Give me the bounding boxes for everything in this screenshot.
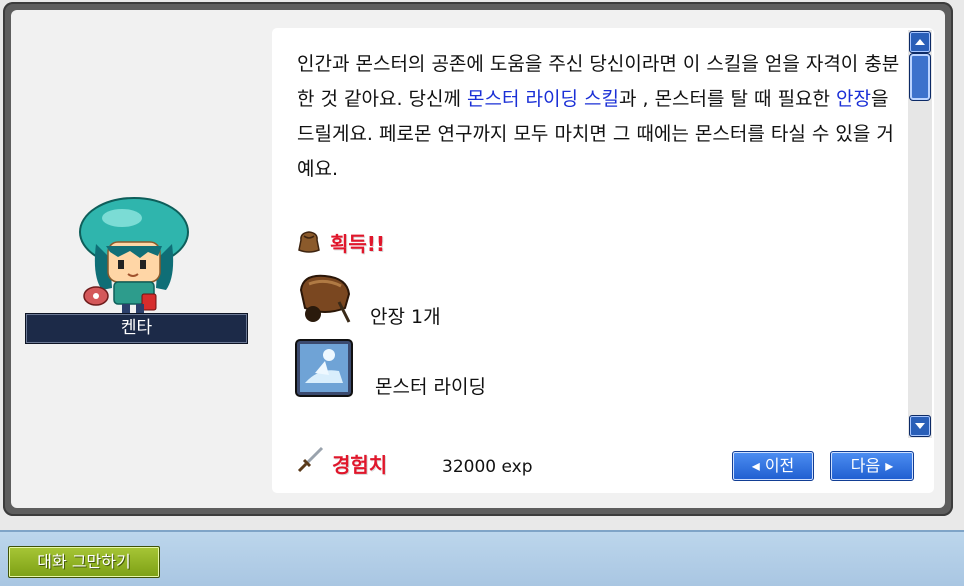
dialog-message: 인간과 몬스터의 공존에 도움을 주신 당신이라면 이 스킬을 얻을 자격이 충… bbox=[297, 47, 907, 187]
reward-header: 획득!! bbox=[330, 232, 386, 256]
npc-portrait bbox=[79, 197, 189, 314]
message-text: 과 , 몬스터를 탈 때 필요한 bbox=[618, 88, 837, 110]
scroll-down-button[interactable] bbox=[909, 415, 931, 437]
npc-name-tag: 켄타 bbox=[25, 313, 248, 344]
monster-riding-skill-icon bbox=[295, 339, 353, 397]
highlight-saddle: 안장 bbox=[836, 88, 872, 110]
highlight-monster-riding-skill: 몬스터 라이딩 스킬 bbox=[467, 88, 619, 110]
bag-icon bbox=[298, 231, 320, 253]
arrow-up-icon bbox=[915, 39, 925, 45]
previous-button[interactable]: ◂ 이전 bbox=[732, 451, 814, 481]
exp-header: 경험치 bbox=[332, 453, 388, 477]
saddle-icon bbox=[299, 274, 351, 323]
arrow-down-icon bbox=[915, 423, 925, 429]
next-button[interactable]: 다음 ▸ bbox=[830, 451, 914, 481]
reward-item-label: 안장 1개 bbox=[370, 306, 441, 328]
sword-icon bbox=[297, 446, 324, 473]
scroll-thumb[interactable] bbox=[909, 53, 931, 101]
end-chat-button[interactable]: 대화 그만하기 bbox=[8, 546, 160, 578]
reward-item-label: 몬스터 라이딩 bbox=[375, 376, 486, 398]
scroll-up-button[interactable] bbox=[909, 31, 931, 53]
exp-value: 32000 exp bbox=[442, 457, 533, 477]
